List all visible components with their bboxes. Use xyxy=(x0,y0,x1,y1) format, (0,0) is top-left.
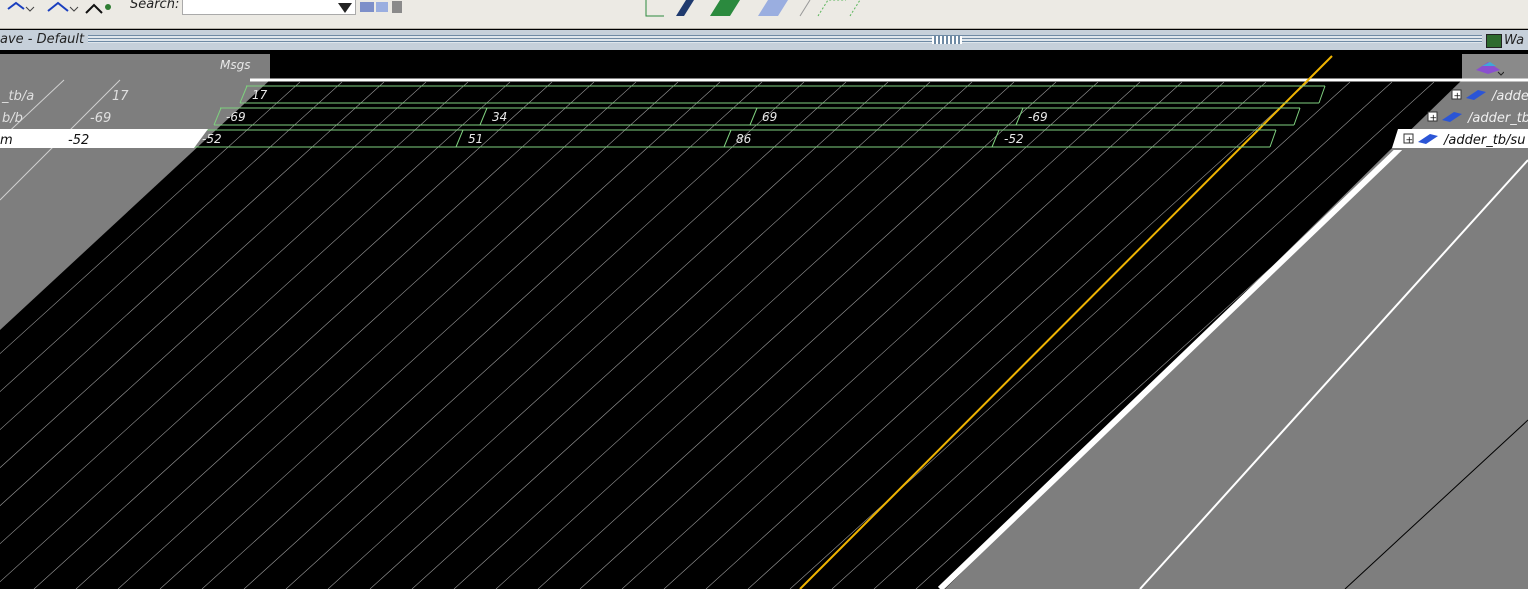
grid-line xyxy=(495,82,1057,589)
wave-transition xyxy=(723,129,732,148)
signal-name: _tb/a xyxy=(1,89,34,104)
wave-value-label: -69 xyxy=(1028,110,1048,124)
grid-line xyxy=(327,82,889,589)
grid-line xyxy=(537,82,1099,589)
waveform-rows: 17 -69 34 69 -69 -52 51 86 -52 xyxy=(189,85,1326,148)
wave-value-label: 86 xyxy=(736,132,752,146)
wave-window: Search: ave - Default Wa Msgs 17 -69 34 … xyxy=(0,0,1528,589)
object-item[interactable]: + /adder_tb/su xyxy=(1392,129,1528,148)
grid-line xyxy=(201,82,763,589)
expand-icon: + xyxy=(1430,114,1438,124)
wave-value-label: -52 xyxy=(1004,132,1024,146)
waveform-row[interactable]: 17 xyxy=(239,85,1326,104)
wave-value-label: 69 xyxy=(762,110,777,124)
signal-value: -52 xyxy=(68,133,89,148)
signal-value: -69 xyxy=(90,111,111,126)
grid-line xyxy=(411,82,973,589)
object-label: /adde xyxy=(1491,89,1528,104)
object-label: /adder_tb/su xyxy=(1443,133,1525,148)
wave-transition xyxy=(455,129,464,148)
expand-icon: + xyxy=(1406,136,1414,146)
wave-end xyxy=(1293,107,1301,126)
grid-line xyxy=(159,82,721,589)
grid-line xyxy=(285,82,847,589)
grid-line xyxy=(369,82,931,589)
wave-value-label: 17 xyxy=(252,88,268,102)
wave-transition xyxy=(479,107,488,126)
wave-canvas[interactable]: 17-69 34 69 -69-52 51 86 -52 _tb/a 17b/b -69m -52… xyxy=(0,0,1528,589)
wave-value-label: 51 xyxy=(468,132,483,146)
wave-transition xyxy=(1015,107,1024,126)
selected-row-highlight xyxy=(0,129,208,148)
wave-value-label: 34 xyxy=(492,110,507,124)
signal-value: 17 xyxy=(112,89,129,104)
wave-transition xyxy=(749,107,758,126)
wave-value-label: -52 xyxy=(202,132,222,146)
grid-line xyxy=(453,82,1015,589)
wave-end xyxy=(1318,85,1326,104)
grid-line xyxy=(243,82,805,589)
expand-icon: + xyxy=(1454,92,1462,102)
grid-line xyxy=(117,82,679,589)
signal-name: b/b xyxy=(2,111,23,126)
wave-transition xyxy=(991,129,1000,148)
signal-row[interactable]: m -52 xyxy=(0,129,208,148)
signal-name: m xyxy=(0,133,13,148)
wave-value-label: -69 xyxy=(226,110,246,124)
wave-end xyxy=(1269,129,1277,148)
object-label: /adder_tb xyxy=(1467,111,1528,126)
